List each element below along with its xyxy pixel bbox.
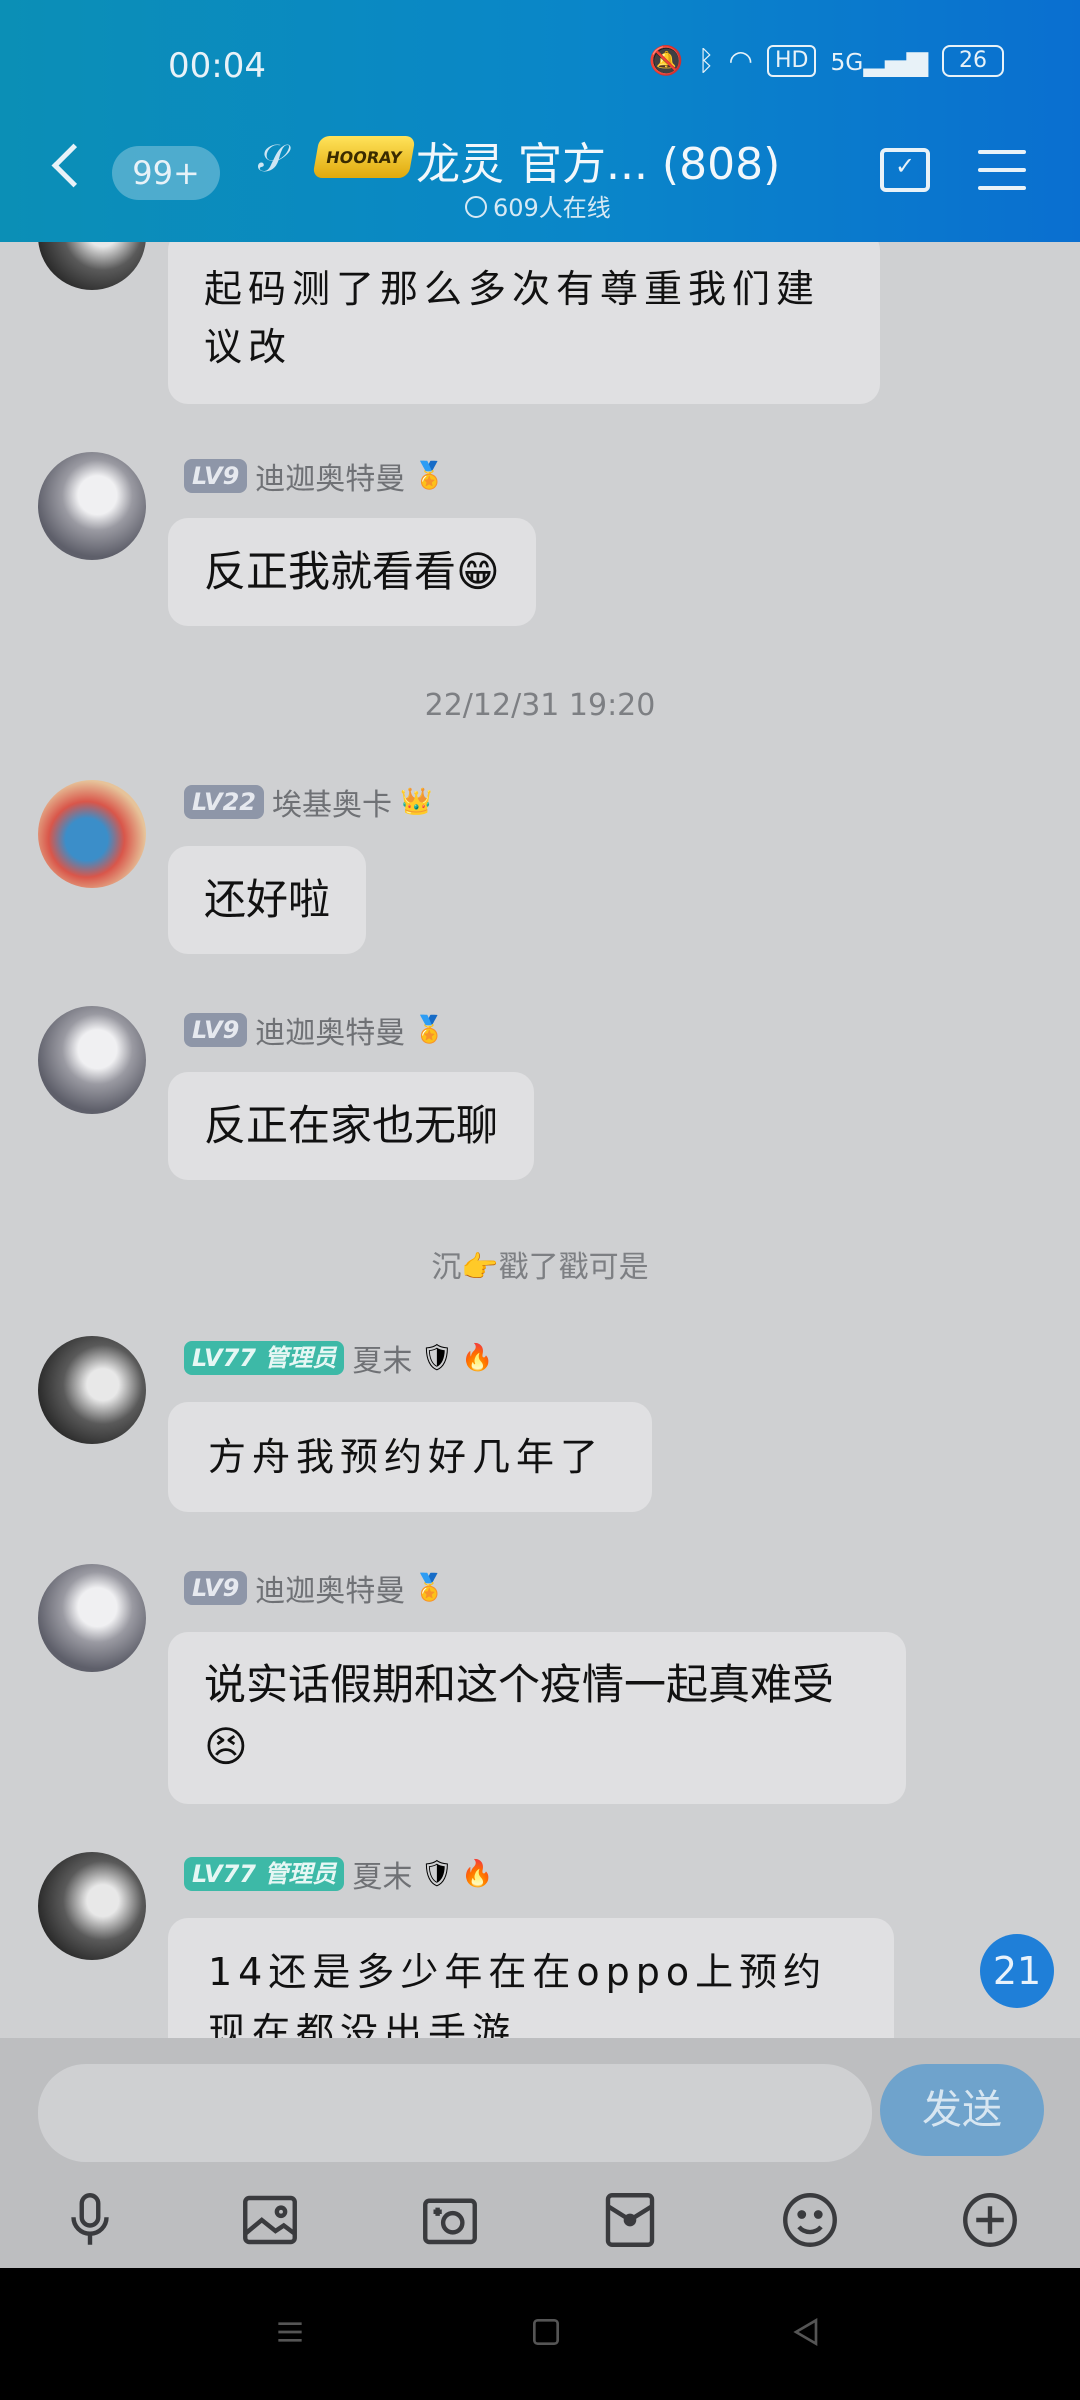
crown-badge-icon: 👑 (399, 787, 433, 817)
home-icon[interactable] (526, 2312, 566, 2356)
status-time: 00:04 (168, 46, 266, 86)
sender-name[interactable]: 夏末 (352, 1852, 412, 1896)
system-nav-bar (0, 2268, 1080, 2400)
mute-icon: 🔕 (648, 44, 684, 77)
menu-icon[interactable] (978, 150, 1026, 190)
avatar[interactable] (38, 1564, 146, 1672)
send-button[interactable]: 发送 (880, 2064, 1044, 2156)
shield-badge-icon: 🛡 (420, 1343, 454, 1373)
battery-icon: 26 (942, 44, 1004, 77)
online-count[interactable]: 609人在线 (465, 188, 611, 223)
avatar[interactable] (38, 1336, 146, 1444)
wifi-icon: ◠ (728, 44, 753, 77)
timestamp: 22/12/31 19:20 (424, 688, 656, 723)
sender-name[interactable]: 迪迦奥特曼 (255, 1008, 405, 1052)
camera-icon[interactable] (416, 2186, 484, 2254)
avatar[interactable] (38, 780, 146, 888)
avatar[interactable] (38, 452, 146, 560)
message-bubble[interactable]: 反正在家也无聊 (168, 1072, 535, 1180)
chevron-down-icon (465, 196, 487, 218)
avatar[interactable] (38, 1852, 146, 1960)
red-packet-icon[interactable] (596, 2186, 664, 2254)
chat-message-list[interactable]: 起码测了那么多次有尊重我们建议改 LV9 迪迦奥特曼 🏅 反正我就看看😁 22/… (0, 242, 1080, 2038)
message-bubble[interactable]: 说实话假期和这个疫情一起真难受😣 (168, 1632, 906, 1804)
level-badge: LV9 (184, 459, 248, 493)
sender-name[interactable]: 迪迦奥特曼 (255, 454, 405, 498)
sender-name[interactable]: 埃基奥卡 (272, 780, 392, 824)
message-sender: LV77 管理员 夏末 🛡 🔥 (184, 1852, 494, 1896)
message-bubble[interactable]: 还好啦 (168, 846, 367, 954)
sender-name[interactable]: 迪迦奥特曼 (255, 1566, 405, 1610)
message-sender: LV22 埃基奥卡 👑 (184, 780, 432, 824)
message-bubble[interactable]: 14还是多少年在在oppo上预约现在都没出手游 (168, 1918, 894, 2038)
level-badge: LV9 (184, 1013, 248, 1047)
system-notice: 沉👉戳了戳可是 (431, 1250, 649, 1285)
unread-count-badge[interactable]: 99+ (112, 146, 220, 200)
level-badge: LV77 管理员 (184, 1857, 345, 1891)
crown-badge-icon: 🏅 (413, 1015, 446, 1045)
group-title[interactable]: 龙灵 官方... (808) (416, 128, 780, 192)
message-bubble[interactable]: 反正我就看看😁 (168, 518, 536, 626)
back-icon[interactable] (51, 143, 96, 188)
sender-name[interactable]: 夏末 (352, 1336, 412, 1380)
status-icons: 🔕 ᛒ ◠ HD 5G▂▄▆ 26 (649, 44, 1004, 77)
plus-icon[interactable] (956, 2186, 1024, 2254)
avatar[interactable] (38, 242, 146, 290)
fire-icon: 🔥 (461, 1343, 494, 1373)
signal-icon: 5G▂▄▆ (830, 44, 928, 77)
message-input[interactable] (38, 2064, 872, 2162)
level-badge: LV77 管理员 (184, 1341, 345, 1375)
hd-icon: HD (766, 44, 817, 77)
message-sender: LV77 管理员 夏末 🛡 🔥 (184, 1336, 494, 1380)
message-sender: LV9 迪迦奥特曼 🏅 (184, 1008, 446, 1052)
bluetooth-icon: ᛒ (697, 44, 715, 77)
chat-header: 00:04 🔕 ᛒ ◠ HD 5G▂▄▆ 26 99+ 𝒮 HOORAY 龙灵 … (0, 0, 1080, 242)
level-badge: LV22 (184, 785, 264, 819)
new-messages-badge[interactable]: 21 (980, 1934, 1054, 2008)
crown-badge-icon: 🏅 (413, 461, 446, 491)
back-nav-icon[interactable] (786, 2312, 826, 2356)
mic-icon[interactable] (56, 2186, 124, 2254)
emoji-icon[interactable] (776, 2186, 844, 2254)
fire-icon: 🔥 (461, 1859, 494, 1889)
message-bubble[interactable]: 起码测了那么多次有尊重我们建议改 (168, 242, 880, 404)
message-bubble[interactable]: 方舟我预约好几年了 (168, 1402, 652, 1512)
group-logo: HOORAY (312, 136, 416, 178)
avatar[interactable] (38, 1006, 146, 1114)
crown-badge-icon: 🏅 (413, 1573, 446, 1603)
message-sender: LV9 迪迦奥特曼 🏅 (184, 454, 446, 498)
message-sender: LV9 迪迦奥特曼 🏅 (184, 1566, 446, 1610)
level-badge: LV9 (184, 1571, 248, 1605)
ear-icon[interactable]: 𝒮 (258, 136, 287, 181)
shield-badge-icon: 🛡 (420, 1859, 454, 1889)
calendar-check-icon[interactable] (880, 148, 930, 192)
image-icon[interactable] (236, 2186, 304, 2254)
recents-icon[interactable] (270, 2312, 310, 2356)
input-bar: 发送 (0, 2038, 1080, 2268)
